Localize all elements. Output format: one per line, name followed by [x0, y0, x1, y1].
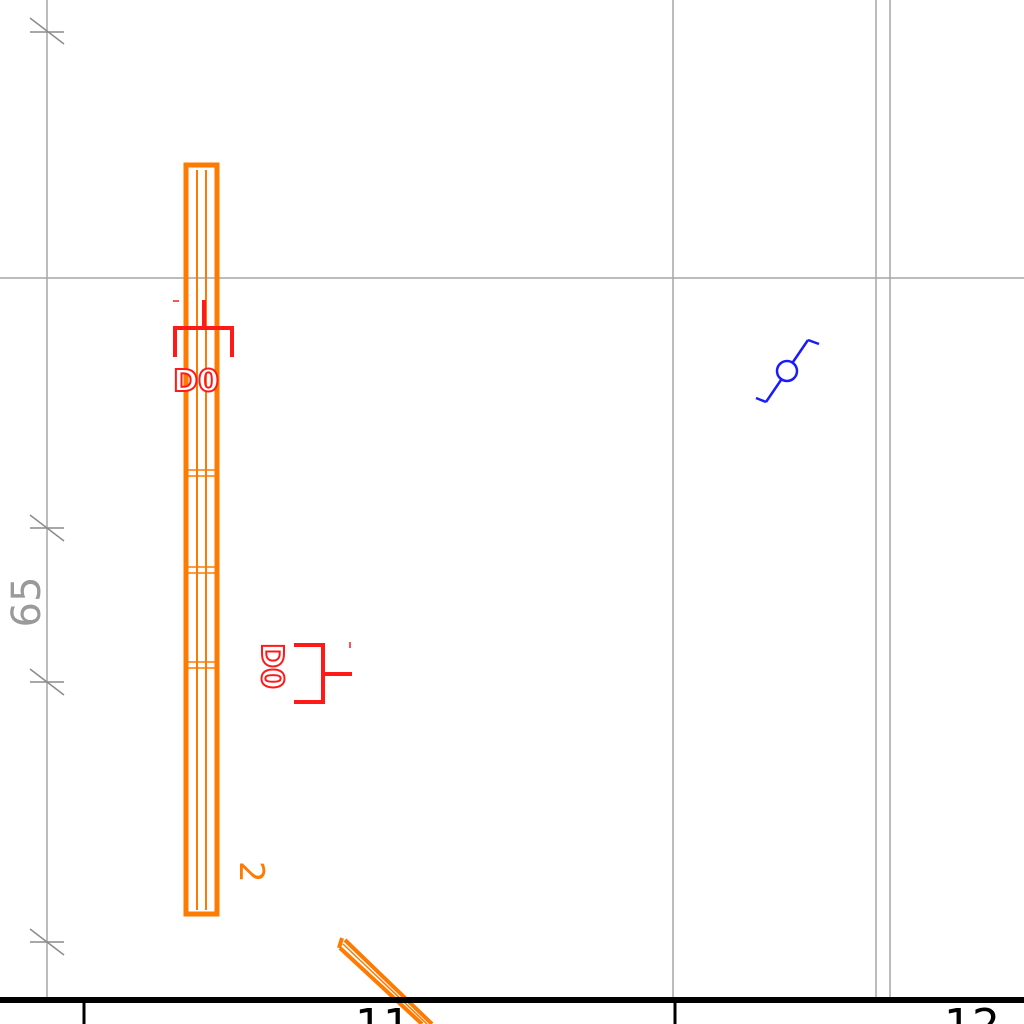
- cad-drawing-canvas[interactable]: 65 2 D0 D0: [0, 0, 1024, 1024]
- grid-label-12: 12: [944, 1000, 1000, 1024]
- door-tag-b-text: D0: [254, 643, 289, 689]
- door-tag-a[interactable]: [173, 300, 234, 357]
- dimension-text: 65: [4, 577, 50, 628]
- wall-label: 2: [231, 861, 271, 883]
- fixture-symbol[interactable]: [755, 338, 820, 404]
- grid-label-bar: [0, 997, 1024, 1024]
- door-tag-a-text: D0: [173, 364, 219, 399]
- door-tag-b[interactable]: [294, 642, 352, 704]
- grid-lines: [0, 0, 1024, 1000]
- grid-label-11: 11: [355, 1000, 411, 1024]
